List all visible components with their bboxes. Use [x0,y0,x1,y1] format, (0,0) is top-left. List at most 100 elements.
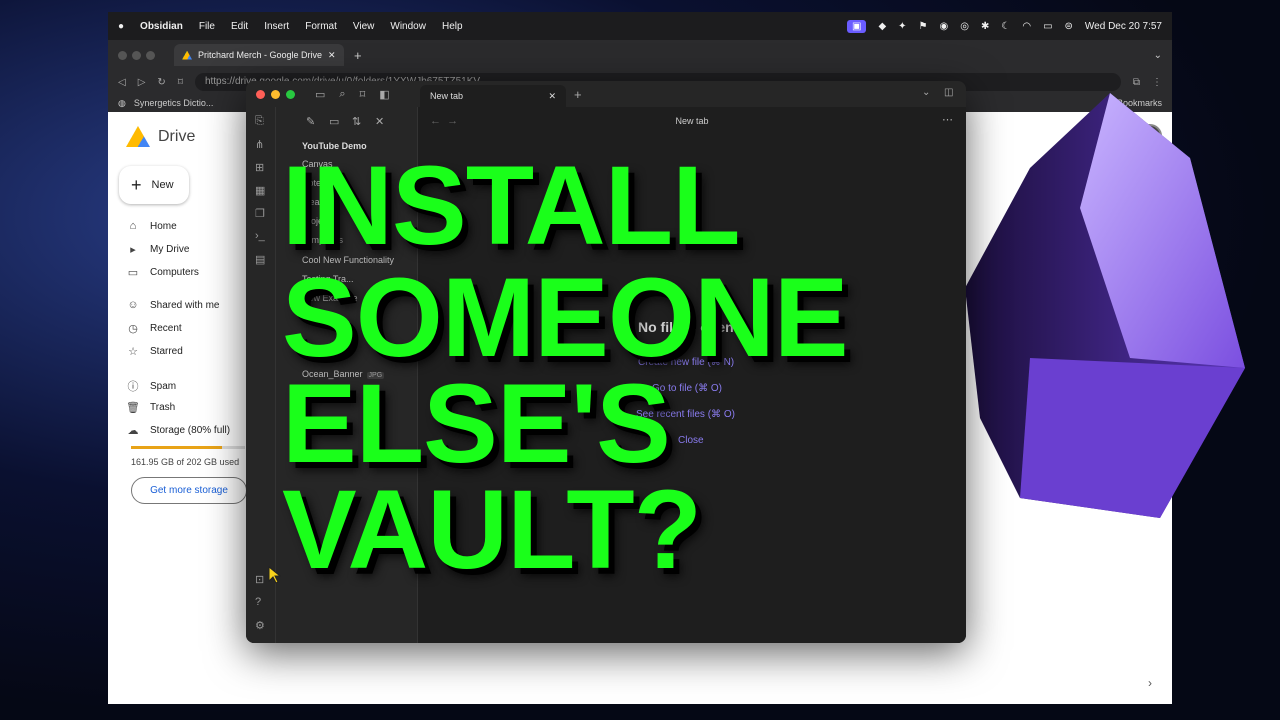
overlay-line-4: VAULT? [282,467,702,592]
command-palette-icon[interactable]: ›_ [255,230,265,242]
status-icon-3[interactable]: ⚑ [919,21,928,32]
shared-icon: ☺ [127,299,139,311]
moon-icon[interactable]: ☾ [1001,21,1010,32]
nav-label: My Drive [150,244,190,255]
mouse-cursor-icon [268,566,282,584]
mac-menubar: ● Obsidian File Edit Insert Format View … [108,12,1172,40]
bookmark-icon[interactable]: ⌑ [178,77,183,88]
layout-icon[interactable]: ◫ [944,87,953,98]
tab-search-icon[interactable]: ⌄ [1154,50,1162,61]
minimize-dot[interactable] [132,50,141,60]
new-note-icon[interactable]: ✎ [306,115,315,128]
new-button[interactable]: + New [119,166,189,204]
wifi-icon[interactable]: ◠ [1022,21,1031,32]
overlay-line-2: SOMEONE [282,255,849,380]
spam-icon: ⓘ [127,381,139,393]
pane-title: New tab [675,116,709,126]
menu-app-name[interactable]: Obsidian [140,21,183,32]
nav-trash[interactable]: 🗑 Trash [126,401,175,414]
menubar-datetime[interactable]: Wed Dec 20 7:57 [1085,21,1162,32]
graph-view-icon[interactable]: ⋔ [255,138,264,151]
obs-zoom-dot[interactable] [286,89,295,99]
nav-computers[interactable]: ▭ Computers [126,266,199,279]
nav-label: Spam [150,380,177,392]
new-tab-icon[interactable]: + [354,48,362,63]
nav-label: Trash [150,402,176,413]
new-tab-icon[interactable]: + [574,87,582,102]
nav-label: Shared with me [150,299,220,311]
nav-label: Recent [150,323,182,334]
chevron-down-icon[interactable]: ⌄ [922,87,930,98]
status-icon-2[interactable]: ✦ [898,21,906,32]
nav-storage[interactable]: ☁ Storage (80% full) [126,424,231,437]
nav-label: Starred [150,346,183,357]
get-more-storage-button[interactable]: Get more storage [131,477,247,504]
screen-share-icon[interactable]: ▣ [846,19,867,33]
status-icon-5[interactable]: ◎ [960,21,969,32]
reload-icon[interactable]: ↻ [157,77,165,88]
close-dot[interactable] [118,50,127,60]
nav-shared[interactable]: ☺ Shared with me [126,299,219,311]
settings-icon[interactable]: ⚙ [255,619,265,632]
open-quick-switcher-icon[interactable]: ⎘ [255,115,264,128]
new-folder-icon[interactable]: ▭ [329,115,339,128]
bluetooth-icon[interactable]: ✱ [981,21,989,32]
plus-icon: + [131,174,142,195]
close-tab-icon[interactable]: ✕ [548,91,556,102]
apple-icon[interactable]: ● [118,21,124,32]
bookmark-icon[interactable]: ⌑ [360,88,366,101]
obs-tab-new[interactable]: New tab ✕ [420,85,566,107]
obs-close-dot[interactable] [256,89,265,99]
chrome-tab-title: Pritchard Merch - Google Drive [198,50,323,60]
my-drive-icon: ▸ [130,244,136,256]
computers-icon: ▭ [127,267,139,279]
help-icon[interactable]: ? [255,596,261,608]
search-icon[interactable]: ⌕ [339,88,345,101]
nav-my-drive[interactable]: ▸ My Drive [126,243,189,256]
obsidian-titlebar: ▭ ⌕ ⌑ ◧ [246,81,966,107]
cloud-icon: ☁ [127,425,139,437]
menu-insert[interactable]: Insert [264,21,289,32]
menu-view[interactable]: View [353,21,375,32]
nav-label: Storage (80% full) [150,425,231,436]
chrome-tab-drive[interactable]: Pritchard Merch - Google Drive ✕ [174,44,344,66]
collapse-icon[interactable]: ✕ [375,115,384,128]
close-tab-icon[interactable]: ✕ [328,50,336,61]
folder-icon[interactable]: ▭ [315,88,325,101]
bookmark-synergetics[interactable]: Synergetics Dictio... [134,98,214,108]
obsidian-ribbon: ⎘ ⋔ ⊞ ▦ ❐ ›_ ▤ ⊡ ? ⚙ [246,107,276,643]
more-options-icon[interactable]: ⋯ [942,113,953,126]
control-center-icon[interactable]: ⊜ [1065,21,1073,32]
sort-icon[interactable]: ⇅ [352,115,361,128]
close-link[interactable]: Close [678,435,704,446]
nav-starred[interactable]: ☆ Starred [126,345,183,358]
nav-home[interactable]: ⌂ Home [126,220,177,232]
battery-icon[interactable]: ▭ [1043,21,1052,32]
menu-help[interactable]: Help [442,21,463,32]
chevron-right-icon[interactable]: › [1148,676,1152,690]
drive-logo[interactable]: Drive [126,126,195,147]
slides-icon[interactable]: ▤ [255,253,265,266]
status-icon-1[interactable]: ◆ [878,21,886,32]
nav-recent[interactable]: ◷ Recent [126,322,182,335]
menu-format[interactable]: Format [305,21,337,32]
drive-favicon-icon [182,50,192,60]
menu-file[interactable]: File [199,21,215,32]
back-icon[interactable]: ◁ [118,77,126,88]
forward-icon[interactable]: ▷ [138,77,146,88]
zoom-dot[interactable] [146,50,155,60]
sidebar-toggle-icon[interactable]: ◧ [379,88,389,101]
obsidian-logo [965,93,1245,518]
nav-spam[interactable]: ⓘ Spam [126,378,177,394]
status-icon-4[interactable]: ◉ [940,21,949,32]
menu-dots-icon[interactable]: ⋮ [1152,77,1162,88]
canvas-icon[interactable]: ⊞ [255,161,264,174]
obs-minimize-dot[interactable] [271,89,280,99]
extensions-icon[interactable]: ⧉ [1133,77,1140,88]
vault-switcher-icon[interactable]: ⊡ [255,573,264,586]
daily-note-icon[interactable]: ▦ [255,184,265,197]
menu-edit[interactable]: Edit [231,21,248,32]
menu-window[interactable]: Window [390,21,426,32]
templates-icon[interactable]: ❐ [255,207,265,220]
storage-bar-fill [131,446,223,449]
